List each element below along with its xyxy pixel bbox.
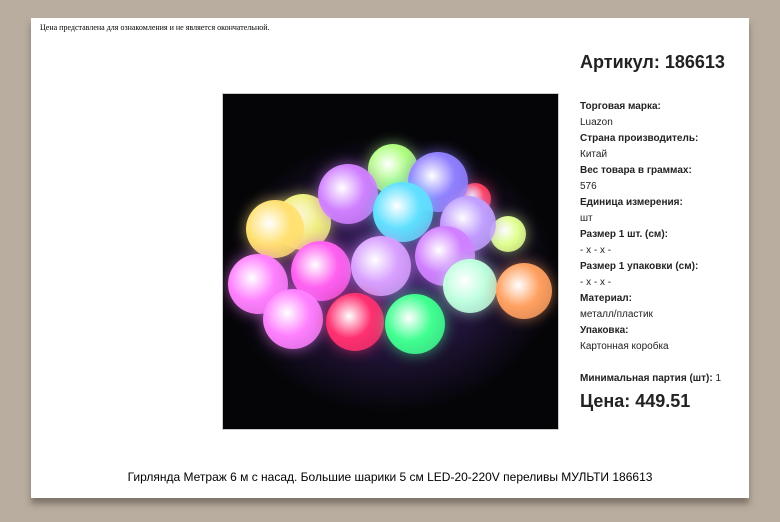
spec-value: - x - x - <box>580 277 612 288</box>
price-notice: Цена представлена для ознакомления и не … <box>40 23 270 32</box>
price: Цена: 449.51 <box>580 391 691 411</box>
spec-label: Размер 1 упаковки (см): <box>580 261 699 272</box>
spec-value: шт <box>580 213 593 224</box>
min-order-label: Минимальная партия (шт): <box>580 373 713 384</box>
light-bulb <box>385 294 445 354</box>
light-bulb <box>326 293 384 351</box>
spec-value: - x - x - <box>580 245 612 256</box>
spec-label: Страна производитель: <box>580 133 699 144</box>
spec-label: Вес товара в граммах: <box>580 165 692 176</box>
spec-label: Упаковка: <box>580 325 629 336</box>
light-bulb <box>443 259 497 313</box>
product-sheet: Цена представлена для ознакомления и не … <box>31 18 749 498</box>
spec-value: Китай <box>580 149 608 160</box>
light-bulb <box>318 164 378 224</box>
light-bulb <box>351 236 411 296</box>
spec-value: 576 <box>580 181 597 192</box>
spec-list: Торговая марка: Luazon Страна производител… <box>580 99 698 355</box>
product-title: Гирлянда Метраж 6 м с насад. Большие шар… <box>127 470 653 484</box>
spec-label: Единица измерения: <box>580 197 683 208</box>
product-image <box>222 93 559 430</box>
spec-label: Размер 1 шт. (см): <box>580 229 668 240</box>
light-bulb <box>263 289 323 349</box>
spec-value: Картонная коробка <box>580 341 669 352</box>
article-number: Артикул: 186613 <box>580 52 725 72</box>
spec-label: Торговая марка: <box>580 101 661 112</box>
light-bulb <box>496 263 552 319</box>
spec-label: Материал: <box>580 293 632 304</box>
spec-value: металл/пластик <box>580 309 653 320</box>
light-bulb <box>246 200 304 258</box>
min-order-value: 1 <box>715 373 722 384</box>
spec-value: Luazon <box>580 117 613 128</box>
min-order: Минимальная партия (шт): 1 <box>580 373 721 384</box>
